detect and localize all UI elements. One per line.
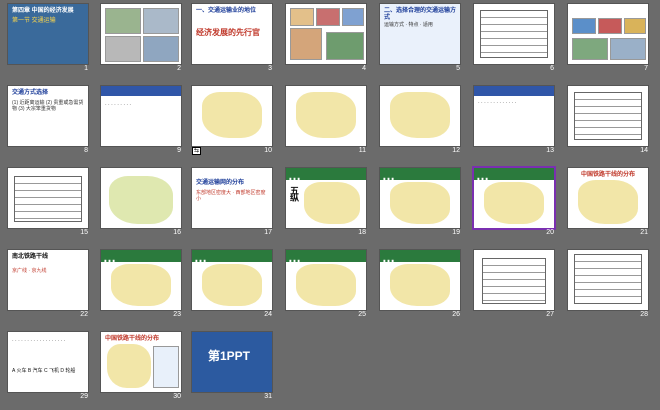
slide-19[interactable]: ▮ ▮ ▮ 19 — [380, 168, 460, 236]
slide-9[interactable]: · · · · · · · · · 9 — [101, 86, 181, 154]
slide-26[interactable]: ▮ ▮ ▮ 26 — [380, 250, 460, 318]
slide-thumbnail: ▮ ▮ ▮ — [192, 250, 272, 310]
slide-29[interactable]: · · · · · · · · · · · · · · · · · · A 火车… — [8, 332, 88, 400]
slide-thumbnail: 南北铁路干线 京广线 · 京九线 — [8, 250, 88, 310]
slide-22[interactable]: 南北铁路干线 京广线 · 京九线 22 — [8, 250, 88, 318]
slide-thumbnail — [474, 4, 554, 64]
slide-thumbnail — [8, 168, 88, 228]
slide-7[interactable]: 7 — [568, 4, 648, 72]
slide-thumbnail — [380, 86, 460, 146]
slide-thumbnail — [568, 86, 648, 146]
slide-3[interactable]: 一、交通运输业的地位 经济发展的先行官 3 — [192, 4, 272, 72]
slide-thumbnail — [286, 4, 366, 64]
slide-thumbnail — [101, 4, 181, 64]
slide-thumbnail: 交通方式选择 (1) 近距离运输 (2) 贵重或急需货物 (3) 大宗笨重货物 — [8, 86, 88, 146]
slide-sorter: 第四章 中国的经济发展 第一节 交通运输 1 2 一、交通运输业的地位 经济发展… — [0, 0, 660, 410]
slide-11[interactable]: 11 — [286, 86, 366, 154]
slide-27[interactable]: 27 — [474, 250, 554, 318]
slide-18[interactable]: ▮ ▮ ▮ 五纵 18 — [286, 168, 366, 236]
slide-thumbnail: 中国铁路干线的分布 — [568, 168, 648, 228]
slide-15[interactable]: 15 — [8, 168, 88, 236]
slide-5[interactable]: 二、选择合理的交通运输方式 运输方式 · 特点 · 适用 5 — [380, 4, 460, 72]
slide-thumbnail — [568, 4, 648, 64]
slide-17[interactable]: 交通运输网的分布 东部地区密度大 · 西部地区密度小 17 — [192, 168, 272, 236]
slide-16[interactable]: 16 — [101, 168, 181, 236]
slide-thumbnail: 交通运输网的分布 东部地区密度大 · 西部地区密度小 — [192, 168, 272, 228]
slide-6[interactable]: 6 — [474, 4, 554, 72]
slide-thumbnail: ▮ ▮ ▮ — [380, 168, 460, 228]
slide-12[interactable]: 12 — [380, 86, 460, 154]
slide-thumbnail — [192, 86, 272, 146]
slide-28[interactable]: 28 — [568, 250, 648, 318]
slide-thumbnail: 二、选择合理的交通运输方式 运输方式 · 特点 · 适用 — [380, 4, 460, 64]
slide-2[interactable]: 2 — [101, 4, 181, 72]
slide-thumbnail: · · · · · · · · · · · · · · · · · · A 火车… — [8, 332, 88, 392]
slide-transition-icon: ⇆ — [192, 147, 202, 155]
slide-30[interactable]: 中国铁路干线的分布 30 — [101, 332, 181, 400]
slide-23[interactable]: ▮ ▮ ▮ 23 — [101, 250, 181, 318]
slide-31[interactable]: 第1PPT 31 — [192, 332, 272, 400]
slide-thumbnail: 中国铁路干线的分布 — [101, 332, 181, 392]
slide-thumbnail: ▮ ▮ ▮ 五纵 — [286, 168, 366, 228]
slide-13[interactable]: · · · · · · · · · · · · · 13 — [474, 86, 554, 154]
slide-thumbnail: · · · · · · · · · · · · · — [474, 86, 554, 146]
slide-thumbnail: · · · · · · · · · — [101, 86, 181, 146]
slide-8[interactable]: 交通方式选择 (1) 近距离运输 (2) 贵重或急需货物 (3) 大宗笨重货物 … — [8, 86, 88, 154]
slide-thumbnail — [101, 168, 181, 228]
slide-thumbnail: ▮ ▮ ▮ — [286, 250, 366, 310]
slide-thumbnail — [286, 86, 366, 146]
slide-thumbnail — [568, 250, 648, 310]
slide-24[interactable]: ▮ ▮ ▮ 24 — [192, 250, 272, 318]
slide-thumbnail: 一、交通运输业的地位 经济发展的先行官 — [192, 4, 272, 64]
slide-14[interactable]: 14 — [568, 86, 648, 154]
slide-thumbnail: 第1PPT — [192, 332, 272, 392]
slide-thumbnail: ▮ ▮ ▮ — [474, 168, 554, 228]
slide-thumbnail: ▮ ▮ ▮ — [380, 250, 460, 310]
slide-thumbnail: 第四章 中国的经济发展 第一节 交通运输 — [8, 4, 88, 64]
slide-thumbnail: ▮ ▮ ▮ — [101, 250, 181, 310]
slide-25[interactable]: ▮ ▮ ▮ 25 — [286, 250, 366, 318]
slide-20[interactable]: ▮ ▮ ▮ 20 — [474, 168, 554, 236]
slide-thumbnail — [474, 250, 554, 310]
slide-1[interactable]: 第四章 中国的经济发展 第一节 交通运输 1 — [8, 4, 88, 72]
slide-21[interactable]: 中国铁路干线的分布 21 — [568, 168, 648, 236]
slide-10[interactable]: ⇆ 10 — [192, 86, 272, 155]
slide-4[interactable]: 4 — [286, 4, 366, 72]
